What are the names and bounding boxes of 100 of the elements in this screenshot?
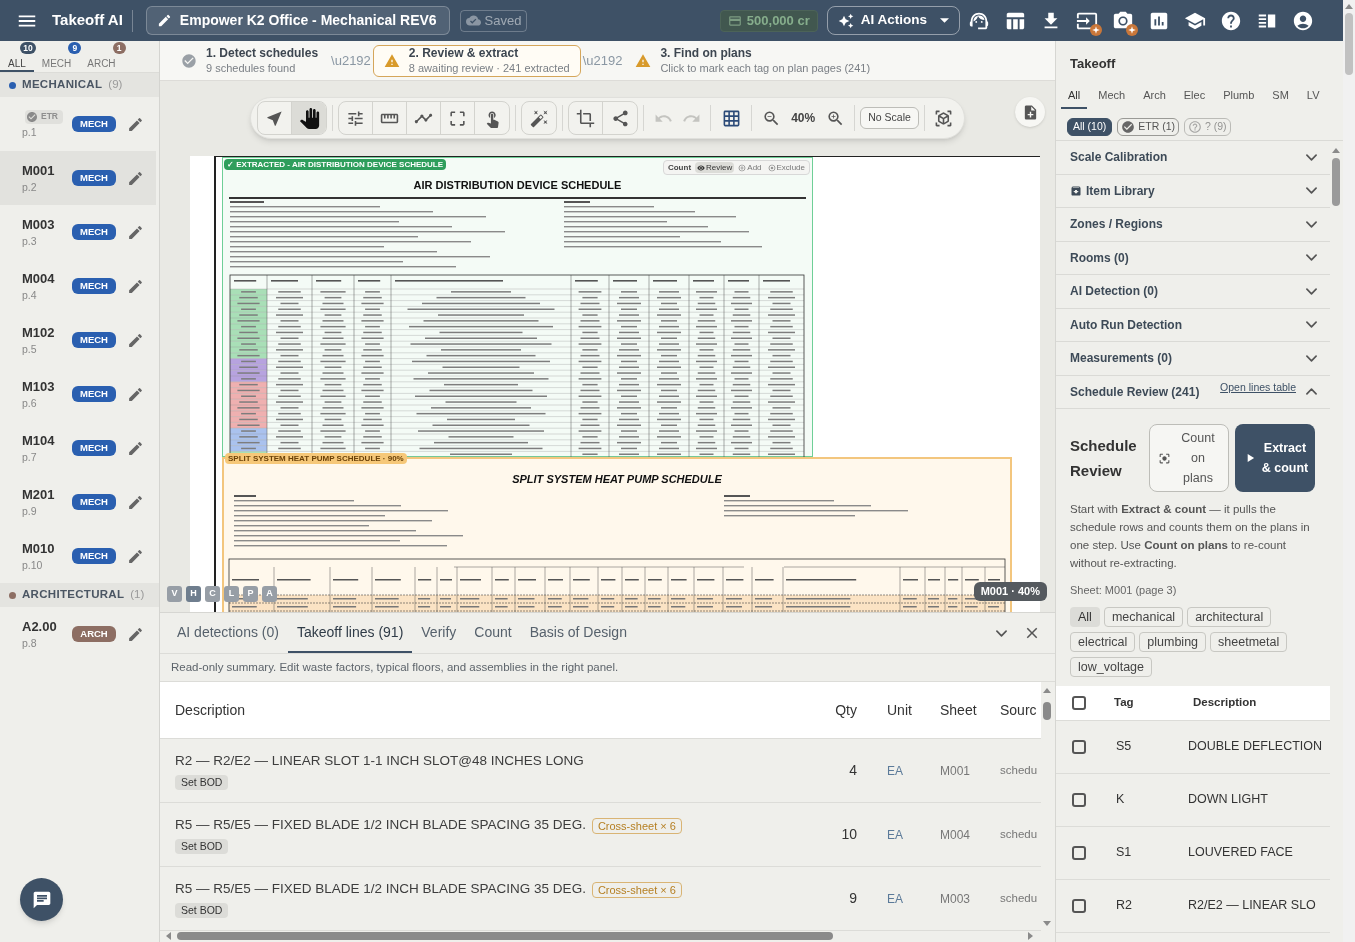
accordion-header[interactable]: AI Detection (0) (1056, 275, 1306, 308)
chevron-down-icon[interactable] (1306, 287, 1317, 295)
panel-tab[interactable]: Verify (412, 613, 466, 653)
accordion-header[interactable]: Item Library (1056, 174, 1306, 207)
account-icon[interactable] (1292, 9, 1314, 32)
edit-pencil-icon[interactable] (127, 493, 144, 511)
view-toggle-button[interactable]: H (186, 586, 201, 602)
open-lines-link[interactable]: Open lines table (1220, 379, 1296, 396)
count-on-plans-button[interactable]: Count on plans (1149, 424, 1229, 492)
checkbox[interactable] (1072, 695, 1086, 710)
chevron-down-icon[interactable] (1306, 187, 1317, 195)
discipline-tab[interactable]: SM (1265, 86, 1296, 109)
edit-pencil-icon[interactable] (127, 439, 144, 457)
edit-pencil-icon[interactable] (127, 115, 144, 133)
add-page-button[interactable] (1015, 97, 1045, 127)
step-item[interactable]: 3. Find on plans Click to mark each tag on plan pages (241) (624, 44, 882, 77)
chat-button[interactable] (20, 878, 63, 921)
edit-pencil-icon[interactable] (127, 625, 144, 643)
sheet-list-item[interactable]: M003 p.3 MECH (0, 205, 156, 259)
review-action-button[interactable]: Add (736, 162, 764, 173)
sheet-list-item[interactable]: ETR p.1 MECH (0, 97, 156, 151)
tool-button[interactable] (292, 102, 327, 134)
category-chip[interactable]: sheetmetal (1210, 631, 1288, 652)
help-icon[interactable] (1220, 9, 1242, 32)
checkbox[interactable] (1072, 739, 1086, 754)
sidebar-tab[interactable]: ARCH 1 (79, 41, 124, 72)
sheet-list-item[interactable]: M201 p.9 MECH (0, 475, 156, 529)
panel-tab[interactable]: AI detections (0) (168, 613, 288, 653)
extract-count-button[interactable]: Extract & count (1235, 424, 1315, 492)
review-action-button[interactable]: Exclude (765, 162, 807, 173)
scroll-arrow-icon[interactable] (1345, 4, 1353, 9)
set-bod-button[interactable]: Set BOD (175, 902, 229, 918)
step-item[interactable]: 2. Review & extract 8 awaiting review · 241 extracted (372, 44, 581, 77)
scrollbar-thumb[interactable] (1042, 702, 1051, 720)
accordion-header[interactable]: Measurements (0) (1056, 342, 1306, 375)
accordion-header[interactable]: Rooms (0) (1056, 241, 1306, 274)
page-label: p.7 (22, 449, 37, 464)
category-chip[interactable]: All (1070, 606, 1100, 627)
review-action-button[interactable]: Review (695, 162, 735, 173)
accordion-header[interactable]: Auto Run Detection (1056, 308, 1306, 341)
scrollbar-thumb[interactable] (177, 932, 833, 940)
sheet-list-item[interactable]: M001 p.2 MECH (0, 151, 156, 205)
accordion-header[interactable]: Scale Calibration (1056, 141, 1306, 174)
sheet-name: M004 (22, 270, 55, 287)
discipline-tab[interactable]: Plumb (1216, 86, 1262, 109)
scroll-arrow-icon[interactable] (1331, 148, 1340, 153)
category-chip[interactable]: plumbing (1139, 631, 1207, 652)
accordion-header[interactable]: Schedule Review (241) (1056, 375, 1221, 408)
scroll-arrow-icon[interactable] (1042, 688, 1051, 693)
chevron-up-icon[interactable] (1306, 388, 1317, 396)
checkbox[interactable] (1072, 898, 1086, 913)
chevron-down-icon[interactable] (1306, 321, 1317, 329)
discipline-tab[interactable]: LV (1299, 86, 1327, 109)
page-label: p.9 (22, 503, 37, 518)
accordion-header[interactable]: Zones / Regions (1056, 208, 1306, 241)
chevron-down-icon[interactable] (1306, 220, 1317, 228)
set-bod-button[interactable]: Set BOD (175, 774, 229, 790)
edit-pencil-icon[interactable] (127, 223, 144, 241)
panel-tab[interactable]: Basis of Design (520, 613, 636, 653)
scroll-arrow-icon[interactable] (1028, 932, 1033, 940)
scroll-arrow-icon[interactable] (166, 932, 171, 940)
edit-pencil-icon[interactable] (127, 277, 144, 295)
sidebar-tab[interactable]: MECH 9 (33, 41, 80, 72)
category-chip[interactable]: architectural (1187, 606, 1272, 627)
sheet-list-item[interactable]: M004 p.4 MECH (0, 259, 156, 313)
filter-chip[interactable]: ETR (1) (1117, 118, 1179, 136)
step-item[interactable]: 1. Detect schedules 9 schedules found (170, 44, 330, 77)
discipline-tab[interactable]: All (1061, 86, 1088, 109)
chevron-down-icon[interactable] (1306, 153, 1317, 161)
edit-pencil-icon[interactable] (127, 547, 144, 565)
chevron-down-icon[interactable] (1306, 254, 1317, 262)
sheet-list-item[interactable]: M102 p.5 MECH (0, 313, 156, 367)
project-title-button[interactable]: Empower K2 Office - Mechanical REV6 (145, 6, 450, 35)
sheet-list-item[interactable]: M104 p.7 MECH (0, 421, 156, 475)
ai-actions-button[interactable]: AI Actions (826, 6, 960, 35)
checkbox[interactable] (1072, 845, 1086, 860)
scale-button[interactable]: No Scale (860, 107, 919, 129)
category-chip[interactable]: mechanical (1103, 606, 1184, 627)
chevron-down-icon[interactable] (1306, 354, 1317, 362)
scrollbar-thumb[interactable] (1331, 158, 1340, 206)
checkbox[interactable] (1072, 792, 1086, 807)
sheet-list-item[interactable]: M103 p.6 MECH (0, 367, 156, 421)
scrollbar-thumb[interactable] (1345, 13, 1353, 75)
set-bod-button[interactable]: Set BOD (175, 838, 229, 854)
sheet-list-item[interactable]: A2.00 p.8 ARCH (0, 607, 156, 661)
sheet-list-item[interactable]: M010 p.10 MECH (0, 529, 156, 583)
edit-pencil-icon[interactable] (127, 385, 144, 403)
discipline-tab[interactable]: Elec (1176, 86, 1213, 109)
filter-chip[interactable]: All (10) (1067, 118, 1113, 136)
category-chip[interactable]: electrical (1070, 631, 1136, 652)
panel-tab[interactable]: Count (465, 613, 521, 653)
discipline-tab[interactable]: Arch (1136, 86, 1173, 109)
schedule-tag: ✓ EXTRACTED - AIR DISTRIBUTION DEVICE SCHEDULE (224, 159, 447, 170)
chevron-down-icon[interactable] (996, 629, 1007, 637)
edit-pencil-icon[interactable] (127, 331, 144, 349)
discipline-tab[interactable]: Mech (1091, 86, 1133, 109)
discipline-badge: MECH (72, 494, 116, 510)
edit-pencil-icon[interactable] (127, 169, 144, 187)
category-chip[interactable]: low_voltage (1070, 656, 1152, 677)
panel-tab[interactable]: Takeoff lines (91) (287, 613, 413, 653)
